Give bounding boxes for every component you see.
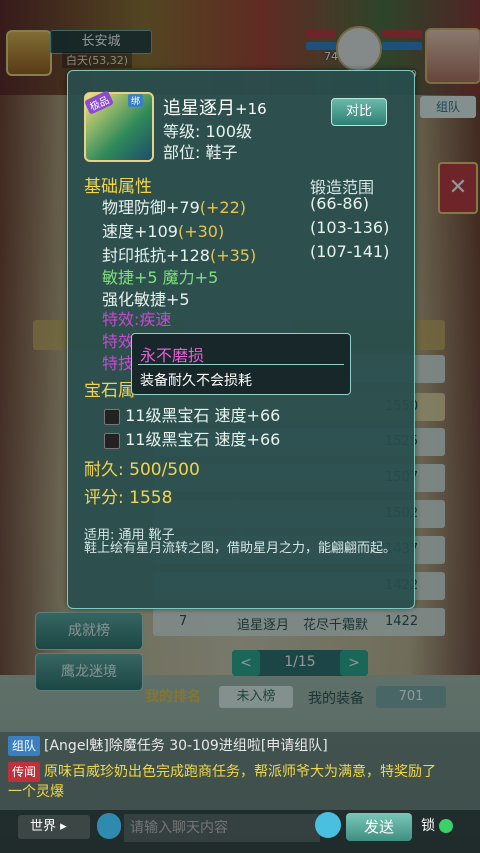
chat-input[interactable] [124,814,320,842]
item-description: 鞋上绘有星月流转之图，借助星月之力，能翩翩而起。 [84,541,397,556]
black-gem-icon [104,432,120,449]
stat-range: (107-141) [310,242,390,261]
chat-line: 传闻 原味百威珍奶出色完成跑商任务，帮派师爷大为满意，特奖励了一个灵爆 [8,762,438,802]
item-name-text: 追星逐月 [163,98,235,119]
stat-label: 速度+109 [102,222,178,241]
item-name: 追星逐月+16 [163,94,267,120]
chat-panel: 组队 [Angel魅]除魔任务 30-109进组啦[申请组队] 传闻 原味百威珍奶出… [0,732,480,810]
chat-channel-tag: 组队 [8,736,41,756]
emoji-icon[interactable] [315,812,341,838]
microphone-icon[interactable] [97,813,121,839]
tooltip-body: 装备耐久不会损耗 [140,373,252,389]
send-button[interactable]: 发送 [346,813,412,841]
channel-select[interactable]: 世界 ▸ [18,815,90,839]
stat-label: 封印抵抗+128 [102,246,210,265]
gem-text: 11级黑宝石 速度+66 [125,430,281,449]
gem-line: 11级黑宝石 速度+66 [104,426,280,450]
tooltip-divider [138,364,344,365]
gem-text: 11级黑宝石 速度+66 [125,406,281,425]
special-effect-line-2: 特效 [102,332,135,351]
chat-text: [Angel魅]除魔任务 30-109进组啦[申请组队] [44,738,328,754]
compare-button-label: 对比 [345,104,372,119]
green-attribute-line: 敏捷+5 魔力+5 [102,268,219,287]
channel-label: 世界 [30,819,57,834]
compare-button[interactable]: 对比 [331,98,387,126]
chat-text: 原味百威珍奶出色完成跑商任务，帮派师爷大为满意，特奖励了一个灵爆 [8,764,437,800]
item-score: 评分: 1558 [84,488,173,508]
stat-bonus: (+22) [199,198,247,217]
special-skill-line: 特技 [102,354,135,373]
item-enhance: +16 [235,100,267,118]
stat-label: 物理防御+79 [102,198,200,217]
lock-indicator-icon [439,819,454,833]
stat-line: 封印抵抗+128(+35) [102,242,256,266]
stat-range: (66-86) [310,194,369,213]
stat-bonus: (+30) [177,222,225,241]
black-gem-icon [104,408,120,425]
send-button-label: 发送 [363,818,394,836]
stat-bonus: (+35) [209,246,257,265]
tooltip-title: 永不磨损 [140,346,205,365]
item-bound-badge: 绑 [128,94,144,107]
gem-attributes-header: 宝石属 [84,381,135,401]
lock-label: 锁 [421,818,435,834]
gem-line: 11级黑宝石 速度+66 [104,402,280,426]
stat-line: 速度+109(+30) [102,218,224,242]
chat-channel-tag: 传闻 [8,762,41,782]
item-slot: 部位: 鞋子 [163,143,238,162]
stat-range: (103-136) [310,218,390,237]
special-effect-line: 特效:疾速 [102,310,172,329]
durability: 耐久: 500/500 [84,460,200,480]
stat-line: 物理防御+79(+22) [102,194,246,218]
lock-toggle[interactable]: 锁 [421,815,454,835]
trait-tooltip: 永不磨损 装备耐久不会损耗 [131,333,351,395]
chat-line: 组队 [Angel魅]除魔任务 30-109进组啦[申请组队] [8,736,472,756]
